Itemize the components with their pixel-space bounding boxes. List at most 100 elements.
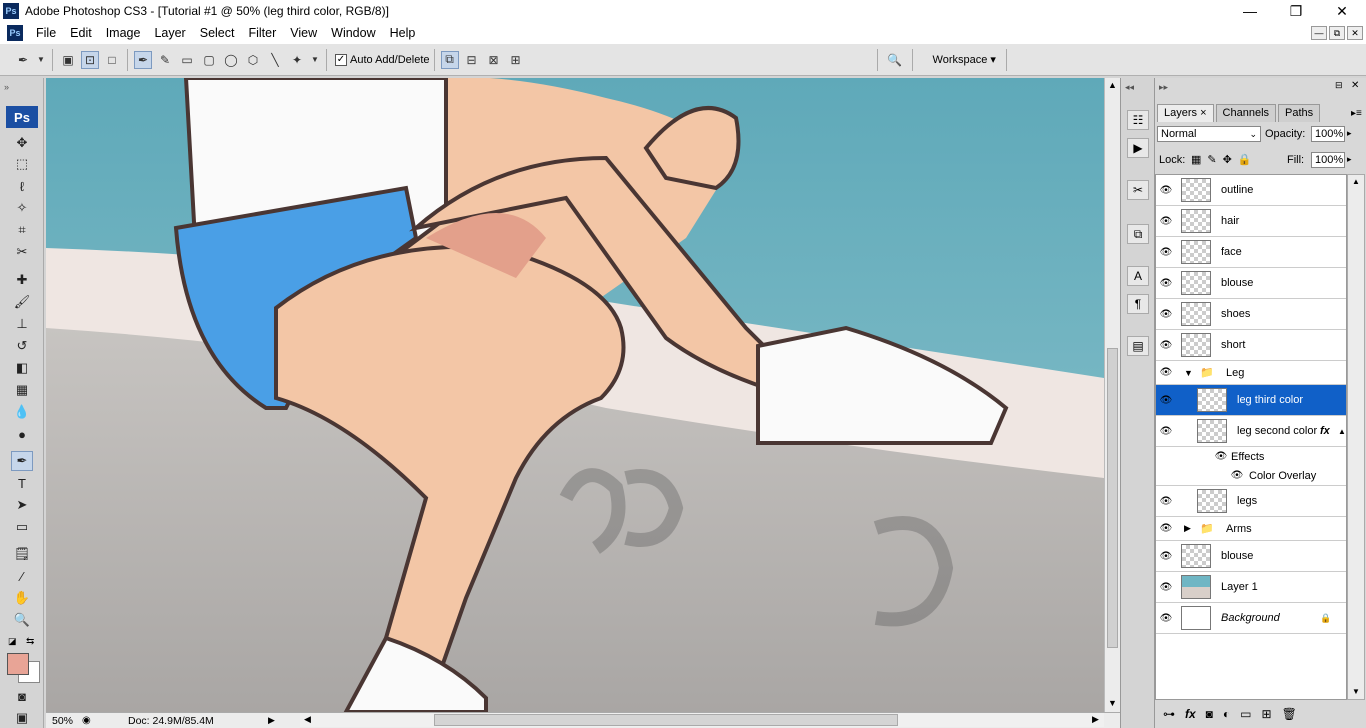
scroll-down-icon[interactable]: ▼ xyxy=(1108,698,1117,708)
layer-row[interactable]: 👁 blouse xyxy=(1156,541,1346,572)
eye-icon[interactable]: 👁 xyxy=(1159,581,1173,593)
eye-icon[interactable]: 👁 xyxy=(1159,277,1173,289)
menu-filter[interactable]: Filter xyxy=(241,22,283,44)
layers-scrollbar[interactable]: ▲ ▼ xyxy=(1347,174,1365,700)
screen-mode-icon[interactable]: ▣ xyxy=(11,708,33,728)
opacity-arrow-icon[interactable]: ▸ xyxy=(1347,128,1352,139)
menu-image[interactable]: Image xyxy=(99,22,148,44)
eye-icon[interactable]: 👁 xyxy=(1159,612,1173,624)
healing-brush-icon[interactable]: ✚ xyxy=(11,270,33,290)
dodge-tool-icon[interactable]: ● xyxy=(11,424,33,444)
layer-row[interactable]: 👁 short xyxy=(1156,330,1346,361)
ps-logo[interactable]: Ps xyxy=(6,106,38,128)
eye-icon[interactable]: 👁 xyxy=(1159,550,1173,562)
zoom-tool-icon[interactable]: 🔍 xyxy=(11,610,33,630)
polygon-icon[interactable]: ⬡ xyxy=(244,51,262,69)
layer-row[interactable]: 👁 outline xyxy=(1156,175,1346,206)
rectangle-tool-icon[interactable]: ▭ xyxy=(11,517,33,537)
lock-options-icon[interactable]: ▦✎✥🔒 xyxy=(1191,153,1258,166)
tab-paths[interactable]: Paths xyxy=(1278,104,1321,122)
path-selection-icon[interactable]: ➤ xyxy=(11,495,33,515)
slice-tool-icon[interactable]: ✂ xyxy=(11,242,33,262)
fx-icon[interactable]: fx xyxy=(1320,425,1330,437)
workspace-menu[interactable]: Workspace xyxy=(933,54,988,66)
add-to-path-icon[interactable]: ⧉ xyxy=(440,50,459,69)
scroll-left-icon[interactable]: ◀ xyxy=(304,714,311,725)
doc-restore-button[interactable]: ⧉ xyxy=(1329,26,1345,40)
paragraph-icon[interactable]: ¶ xyxy=(1127,294,1149,314)
paths-mode-icon[interactable]: ⊡ xyxy=(81,50,99,69)
scroll-up-icon[interactable]: ▲ xyxy=(1108,80,1117,90)
new-layer-icon[interactable]: ⊞ xyxy=(1262,707,1272,721)
toolbox-collapse-icon[interactable]: » xyxy=(4,82,9,92)
scroll-right-icon[interactable]: ▶ xyxy=(1092,714,1099,725)
menu-edit[interactable]: Edit xyxy=(63,22,99,44)
expanded-arrow-icon[interactable]: ▼ xyxy=(1184,368,1193,378)
layer-row[interactable]: 👁 hair xyxy=(1156,206,1346,237)
history-brush-icon[interactable]: ↺ xyxy=(11,336,33,356)
eye-icon[interactable]: 👁 xyxy=(1159,425,1173,437)
swap-colors-icon[interactable]: ⇆ xyxy=(26,636,34,647)
workspace-dropdown-icon[interactable]: ▾ xyxy=(990,53,996,66)
crop-tool-icon[interactable]: ⌗ xyxy=(11,220,33,240)
magic-wand-icon[interactable]: ✧ xyxy=(11,198,33,218)
layer-row-selected[interactable]: 👁 leg third color xyxy=(1156,385,1346,416)
canvas-horizontal-scrollbar[interactable]: ◀ ▶ xyxy=(300,713,1104,727)
close-button[interactable]: ✕ xyxy=(1319,0,1365,22)
menu-select[interactable]: Select xyxy=(193,22,242,44)
eye-icon[interactable]: 👁 xyxy=(1159,184,1173,196)
panel-collapse-icon[interactable]: ▸▸ xyxy=(1159,82,1168,93)
link-layers-icon[interactable]: ⊶ xyxy=(1163,707,1175,721)
document-icon[interactable]: Ps xyxy=(7,25,23,41)
eye-icon[interactable]: 👁 xyxy=(1214,451,1228,463)
freeform-pen-icon[interactable]: ✎ xyxy=(156,51,174,69)
quick-mask-icon[interactable]: ◙ xyxy=(11,686,33,706)
layer-row[interactable]: 👁 Background 🔒 xyxy=(1156,603,1346,634)
doc-close-button[interactable]: ✕ xyxy=(1347,26,1363,40)
type-tool-icon[interactable]: T xyxy=(11,473,33,493)
pen-icon[interactable]: ✒ xyxy=(134,50,152,69)
effects-row[interactable]: 👁 Effects xyxy=(1156,447,1346,466)
layer-row[interactable]: 👁 Layer 1 xyxy=(1156,572,1346,603)
pen-tool-icon[interactable]: ✒ xyxy=(11,451,33,471)
eye-icon[interactable]: 👁 xyxy=(1230,470,1244,482)
gradient-tool-icon[interactable]: ▦ xyxy=(11,380,33,400)
panel-menu-icon[interactable]: ▸≡ xyxy=(1351,108,1362,119)
fill-input[interactable]: 100% xyxy=(1311,152,1345,168)
menu-help[interactable]: Help xyxy=(383,22,423,44)
layer-row[interactable]: 👁 blouse xyxy=(1156,268,1346,299)
eyedropper-icon[interactable]: ⁄ xyxy=(11,566,33,586)
line-icon[interactable]: ╲ xyxy=(266,51,284,69)
tab-channels[interactable]: Channels xyxy=(1215,104,1277,122)
pen-tool-preset-icon[interactable]: ✒ xyxy=(14,51,32,69)
exclude-path-icon[interactable]: ⊞ xyxy=(507,51,525,69)
status-info-icon[interactable]: ◉ xyxy=(82,715,98,726)
info-icon[interactable]: ▤ xyxy=(1127,336,1149,356)
blur-tool-icon[interactable]: 💧 xyxy=(11,402,33,422)
layer-group-row[interactable]: 👁 ▶ 📁 Arms xyxy=(1156,517,1346,541)
eye-icon[interactable]: 👁 xyxy=(1159,523,1173,535)
dock-expand-icon[interactable]: ◂◂ xyxy=(1125,82,1134,93)
new-group-icon[interactable]: ▭ xyxy=(1240,707,1251,721)
layer-row[interactable]: 👁 legs xyxy=(1156,486,1346,517)
navigator-icon[interactable]: ☷ xyxy=(1127,110,1149,130)
panel-minimize-icon[interactable]: ⊟ xyxy=(1335,80,1343,91)
adjustment-layer-icon[interactable]: ◐ xyxy=(1223,707,1230,721)
scroll-thumb[interactable] xyxy=(1107,348,1118,648)
preset-dropdown-icon[interactable]: ▼ xyxy=(36,51,46,69)
collapse-effects-icon[interactable]: ▲ xyxy=(1338,427,1346,436)
shape-layers-icon[interactable]: ▣ xyxy=(59,51,77,69)
menu-layer[interactable]: Layer xyxy=(147,22,192,44)
effect-row[interactable]: 👁 Color Overlay xyxy=(1156,466,1346,486)
layer-group-row[interactable]: 👁 ▼ 📁 Leg xyxy=(1156,361,1346,385)
minimize-button[interactable]: — xyxy=(1227,0,1273,22)
eye-icon[interactable]: 👁 xyxy=(1159,394,1173,406)
restore-button[interactable]: ❐ xyxy=(1273,0,1319,22)
eye-icon[interactable]: 👁 xyxy=(1159,215,1173,227)
move-tool-icon[interactable]: ✥ xyxy=(11,133,33,153)
layer-comps-icon[interactable]: ⧉ xyxy=(1127,224,1149,244)
eraser-tool-icon[interactable]: ◧ xyxy=(11,358,33,378)
doc-minimize-button[interactable]: — xyxy=(1311,26,1327,40)
add-mask-icon[interactable]: ◙ xyxy=(1206,707,1213,721)
scroll-down-icon[interactable]: ▼ xyxy=(1352,687,1360,696)
